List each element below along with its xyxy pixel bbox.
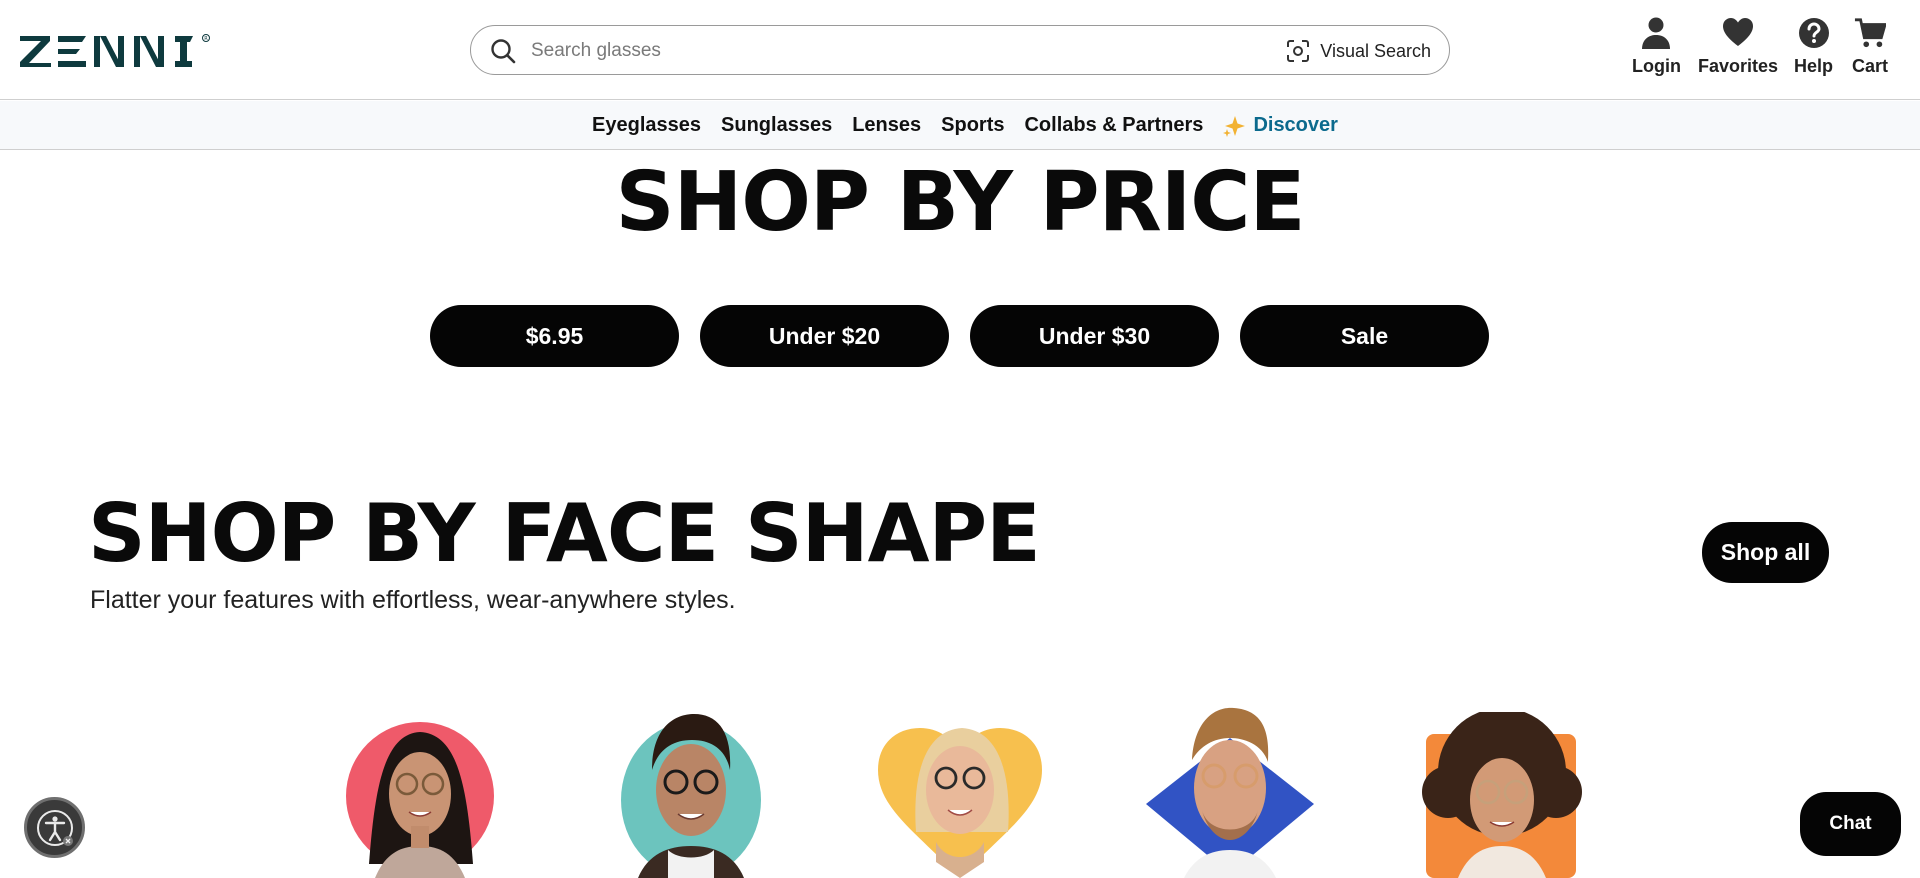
face-shape-diamond[interactable] [1144,704,1316,878]
svg-text:R: R [204,36,208,42]
face-shape-square[interactable] [1418,712,1586,878]
price-button-sale[interactable]: Sale [1240,305,1489,367]
face-shape-list [0,700,1920,878]
face-shape-round[interactable] [345,714,495,878]
shop-all-button[interactable]: Shop all [1702,522,1829,583]
favorites-label: Favorites [1698,56,1779,76]
nav-eyeglasses[interactable]: Eyeglasses [592,114,701,137]
nav-collabs-partners[interactable]: Collabs & Partners [1024,114,1203,137]
person-icon [1642,17,1671,49]
site-header: R Visual Search Login Favorites Help Car… [0,0,1920,100]
shop-by-face-shape-title: SHOP BY FACE SHAPE [88,487,1041,580]
accessibility-icon [36,809,73,846]
help-label: Help [1794,56,1834,76]
face-shape-oval[interactable] [618,710,764,878]
cart-label: Cart [1852,56,1889,76]
main-nav: Eyeglasses Sunglasses Lenses Sports Coll… [0,101,1920,150]
price-button-6-95[interactable]: $6.95 [430,305,679,367]
help-link[interactable]: Help [1794,16,1833,77]
nav-discover[interactable]: Discover [1223,114,1338,137]
accessibility-button[interactable] [24,797,85,858]
login-label: Login [1632,56,1681,76]
zenni-logo[interactable]: R [20,33,212,69]
nav-lenses[interactable]: Lenses [852,114,921,137]
nav-sports[interactable]: Sports [941,114,1004,137]
face-shape-heart[interactable] [876,712,1044,878]
price-button-under-20[interactable]: Under $20 [700,305,949,367]
price-button-under-30[interactable]: Under $30 [970,305,1219,367]
heart-icon [1723,18,1754,46]
shop-by-price-title: SHOP BY PRICE [615,155,1306,250]
help-icon [1798,18,1829,48]
cart-icon [1854,18,1886,48]
discover-label: Discover [1253,114,1338,136]
login-link[interactable]: Login [1632,16,1681,77]
shop-by-face-shape-subtitle: Flatter your features with effortless, w… [90,586,736,614]
nav-sunglasses[interactable]: Sunglasses [721,114,832,137]
cart-link[interactable]: Cart [1852,16,1888,77]
camera-scan-icon [1286,39,1310,63]
search-icon[interactable] [490,38,516,64]
sparkle-icon [1223,115,1246,137]
favorites-link[interactable]: Favorites [1698,16,1778,77]
search-bar: Visual Search [470,25,1450,75]
visual-search-label: Visual Search [1320,40,1431,61]
visual-search-button[interactable]: Visual Search [1286,38,1431,64]
chat-button[interactable]: Chat [1800,792,1901,856]
price-buttons: $6.95 Under $20 Under $30 Sale [430,305,1490,367]
search-input[interactable] [531,34,1171,68]
